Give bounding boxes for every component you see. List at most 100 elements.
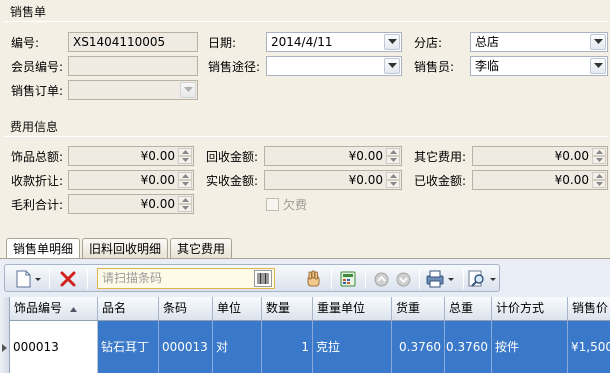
fees-group-divider xyxy=(4,136,608,137)
toolbar-separator xyxy=(365,269,366,289)
recycle-amount-field[interactable]: ¥0.00 xyxy=(264,146,402,166)
sales-group-divider xyxy=(4,21,608,22)
column-header[interactable]: 条码 xyxy=(159,297,213,321)
table-cell[interactable]: 000013 xyxy=(159,321,213,373)
tab-sales-detail[interactable]: 销售单明细 xyxy=(6,238,81,260)
calculator-icon[interactable] xyxy=(337,269,359,289)
spin-down-icon[interactable] xyxy=(178,156,192,164)
row-indicator-column xyxy=(0,297,10,373)
search-icon[interactable] xyxy=(467,269,499,289)
print-icon[interactable] xyxy=(425,269,457,289)
toolbar-separator xyxy=(419,269,420,289)
sales-detail-grid: 饰品编号 品名 条码 单位 数量 重量单位 货重 总重 计价方式 销售价 000… xyxy=(10,297,610,373)
gross-profit-spinner[interactable] xyxy=(178,196,192,212)
spin-up-icon[interactable] xyxy=(386,148,400,156)
spin-down-icon[interactable] xyxy=(592,180,606,188)
sales-order-select[interactable] xyxy=(68,80,198,100)
column-header[interactable]: 单位 xyxy=(213,297,262,321)
channel-select[interactable] xyxy=(266,56,402,76)
received-value: ¥0.00 xyxy=(554,173,589,187)
discount-value: ¥0.00 xyxy=(140,173,175,187)
column-header[interactable]: 重量单位 xyxy=(313,297,392,321)
spin-up-icon[interactable] xyxy=(386,172,400,180)
other-fees-spinner[interactable] xyxy=(592,148,606,164)
other-fees-label: 其它费用: xyxy=(414,150,467,164)
table-row[interactable]: 000013 钻石耳丁 000013 对 1 克拉 0.3760 0.3760 … xyxy=(10,321,610,373)
tab-recycle-detail[interactable]: 旧料回收明细 xyxy=(82,238,169,259)
table-cell[interactable]: 0.3760 xyxy=(445,321,492,373)
branch-dropdown-icon[interactable] xyxy=(590,34,606,50)
sales-order-label: 销售订单: xyxy=(11,84,64,98)
detail-toolbar: 请扫描条码 xyxy=(4,264,500,292)
spin-up-icon[interactable] xyxy=(178,172,192,180)
fees-group-title: 费用信息 xyxy=(10,120,59,134)
jewelry-total-field[interactable]: ¥0.00 xyxy=(68,146,194,166)
actual-received-value: ¥0.00 xyxy=(348,173,383,187)
member-no-field[interactable] xyxy=(68,56,198,76)
spin-up-icon[interactable] xyxy=(592,172,606,180)
salesperson-select[interactable]: 李临 xyxy=(470,56,608,76)
branch-select[interactable]: 总店 xyxy=(470,32,608,52)
other-fees-field[interactable]: ¥0.00 xyxy=(472,146,608,166)
sort-ascending-icon xyxy=(69,307,77,312)
spin-up-icon[interactable] xyxy=(178,148,192,156)
spin-down-icon[interactable] xyxy=(386,180,400,188)
hand-icon[interactable] xyxy=(303,269,325,289)
gross-profit-field[interactable]: ¥0.00 xyxy=(68,194,194,214)
new-document-icon[interactable] xyxy=(13,269,43,289)
table-cell[interactable]: ¥1,500 xyxy=(568,321,610,373)
table-cell[interactable]: 克拉 xyxy=(313,321,392,373)
discount-spinner[interactable] xyxy=(178,172,192,188)
column-header[interactable]: 销售价 xyxy=(568,297,610,321)
table-cell[interactable]: 钻石耳丁 xyxy=(98,321,159,373)
delete-icon[interactable] xyxy=(57,269,79,289)
column-header[interactable]: 饰品编号 xyxy=(10,297,98,321)
spin-up-icon[interactable] xyxy=(178,196,192,204)
grid-header: 饰品编号 品名 条码 单位 数量 重量单位 货重 总重 计价方式 销售价 xyxy=(10,297,610,321)
up-circle-icon[interactable] xyxy=(371,269,391,289)
table-cell[interactable]: 1 xyxy=(262,321,313,373)
column-header[interactable]: 计价方式 xyxy=(492,297,568,321)
barcode-icon[interactable] xyxy=(254,270,272,287)
discount-field[interactable]: ¥0.00 xyxy=(68,170,194,190)
recycle-amount-value: ¥0.00 xyxy=(348,149,383,163)
table-cell[interactable]: 按件 xyxy=(492,321,568,373)
jewelry-total-spinner[interactable] xyxy=(178,148,192,164)
salesperson-dropdown-icon[interactable] xyxy=(590,58,606,74)
spin-down-icon[interactable] xyxy=(386,156,400,164)
actual-received-spinner[interactable] xyxy=(386,172,400,188)
tab-other-fees[interactable]: 其它费用 xyxy=(170,238,233,259)
table-cell[interactable]: 对 xyxy=(213,321,262,373)
recycle-amount-spinner[interactable] xyxy=(386,148,400,164)
branch-label: 分店: xyxy=(414,36,443,50)
detail-tabs: 销售单明细 旧料回收明细 其它费用 xyxy=(6,238,234,260)
table-cell[interactable]: 0.3760 xyxy=(392,321,445,373)
order-no-field[interactable]: XS1404110005 xyxy=(68,32,198,52)
sales-group-title: 销售单 xyxy=(10,5,47,19)
recycle-amount-label: 回收金额: xyxy=(206,150,259,164)
channel-label: 销售途径: xyxy=(208,60,261,74)
received-field[interactable]: ¥0.00 xyxy=(472,170,608,190)
sales-order-dropdown-icon[interactable] xyxy=(180,82,196,98)
date-label: 日期: xyxy=(208,36,237,50)
table-cell[interactable]: 000013 xyxy=(10,321,98,373)
jewelry-total-label: 饰品总额: xyxy=(11,150,64,164)
down-circle-icon[interactable] xyxy=(393,269,413,289)
column-header[interactable]: 总重 xyxy=(445,297,492,321)
received-spinner[interactable] xyxy=(592,172,606,188)
date-dropdown-icon[interactable] xyxy=(384,34,400,50)
owing-checkbox[interactable] xyxy=(266,198,279,211)
column-header[interactable]: 货重 xyxy=(392,297,445,321)
spin-down-icon[interactable] xyxy=(592,156,606,164)
spin-down-icon[interactable] xyxy=(178,180,192,188)
column-header[interactable]: 品名 xyxy=(98,297,159,321)
column-header[interactable]: 数量 xyxy=(262,297,313,321)
actual-received-field[interactable]: ¥0.00 xyxy=(264,170,402,190)
channel-dropdown-icon[interactable] xyxy=(384,58,400,74)
spin-down-icon[interactable] xyxy=(178,204,192,212)
salesperson-label: 销售员: xyxy=(414,60,455,74)
spin-up-icon[interactable] xyxy=(592,148,606,156)
barcode-scan-input[interactable]: 请扫描条码 xyxy=(97,268,275,289)
date-picker[interactable]: 2014/4/11 xyxy=(266,32,402,52)
column-header-label: 饰品编号 xyxy=(14,301,63,315)
